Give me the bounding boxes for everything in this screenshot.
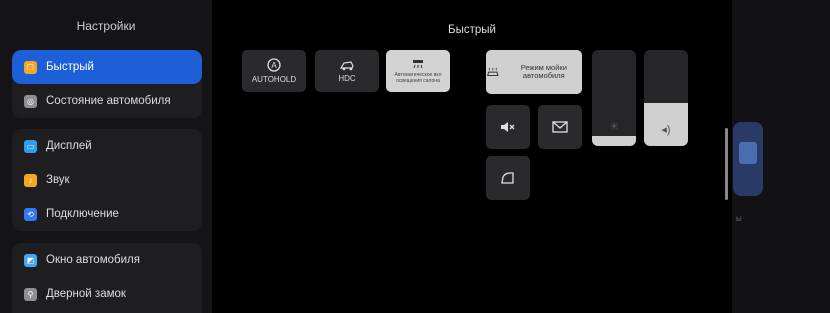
car-wash-label: Режим мойки автомобиля <box>520 63 567 80</box>
sidebar-item-label: Дисплей <box>46 140 92 152</box>
quick-icon: ☐ <box>24 60 37 74</box>
brightness-icon: ☀ <box>609 121 619 133</box>
settings-sidebar: Настройки ☐ Быстрый ◎ Состояние автомоби… <box>0 0 212 313</box>
autohold-button[interactable]: A AUTOHOLD <box>242 50 306 92</box>
autohold-label: AUTOHOLD <box>251 75 297 84</box>
sidebar-item-door-lock[interactable]: ⚲ Дверной замок <box>12 277 202 311</box>
interior-light-icon <box>413 59 423 68</box>
background-card-image <box>739 142 757 164</box>
background-card <box>733 122 763 196</box>
sidebar-item-quick[interactable]: ☐ Быстрый <box>12 50 202 84</box>
volume-icon: ◂) <box>661 124 671 136</box>
svg-text:A: A <box>271 61 277 70</box>
car-wash-mode-button[interactable]: Режим мойки автомобиля <box>486 50 582 94</box>
sidebar-item-label: Состояние автомобиля <box>46 95 171 107</box>
brightness-slider-fill <box>592 136 636 146</box>
ambient-light-button[interactable]: Автоматическое вкл освещения салона <box>386 50 450 92</box>
sidebar-item-label: Дверной замок <box>46 288 126 300</box>
sidebar-item-label: Звук <box>46 174 70 186</box>
car-status-icon: ◎ <box>24 94 37 108</box>
sidebar-item-car-status[interactable]: ◎ Состояние автомобиля <box>12 84 202 118</box>
sidebar-group-1: ☐ Быстрый ◎ Состояние автомобиля <box>12 50 202 118</box>
brightness-slider[interactable]: ☀ <box>592 50 636 146</box>
sidebar-group-3: ◩ Окно автомобиля ⚲ Дверной замок <box>12 243 202 313</box>
background-panel-text: ы <box>736 214 742 223</box>
sidebar-item-display[interactable]: ▭ Дисплей <box>12 129 202 163</box>
quick-settings-panel: Быстрый A AUTOHOLD HDC Автоматическое вк… <box>212 0 732 313</box>
sound-icon: ♪ <box>24 173 37 187</box>
door-lock-icon: ⚲ <box>24 287 37 301</box>
window-shortcut-button[interactable] <box>486 156 530 200</box>
sidebar-item-label: Быстрый <box>46 61 94 73</box>
car-wash-icon <box>487 67 499 76</box>
page-title: Быстрый <box>448 24 496 36</box>
autohold-icon: A <box>267 58 281 72</box>
hdc-button[interactable]: HDC <box>315 50 379 92</box>
connection-icon: ⟲ <box>24 207 37 221</box>
hdc-label: HDC <box>338 74 356 83</box>
mute-icon <box>501 122 515 132</box>
display-icon: ▭ <box>24 139 37 153</box>
scrollbar[interactable] <box>725 128 728 200</box>
envelope-icon <box>552 121 568 133</box>
sidebar-group-2: ▭ Дисплей ♪ Звук ⟲ Подключение <box>12 129 202 231</box>
sidebar-item-label: Подключение <box>46 208 119 220</box>
sidebar-item-sound[interactable]: ♪ Звук <box>12 163 202 197</box>
messages-button[interactable] <box>538 105 582 149</box>
mute-button[interactable] <box>486 105 530 149</box>
volume-slider[interactable]: ◂) <box>644 50 688 146</box>
sidebar-item-connection[interactable]: ⟲ Подключение <box>12 197 202 231</box>
sidebar-item-label: Окно автомобиля <box>46 254 140 266</box>
window-icon: ◩ <box>24 253 37 267</box>
sidebar-title: Настройки <box>76 19 136 33</box>
ambient-light-label: Автоматическое вкл освещения салона <box>394 71 442 84</box>
sidebar-item-window[interactable]: ◩ Окно автомобиля <box>12 243 202 277</box>
hill-descent-icon <box>339 61 354 71</box>
car-window-icon <box>501 172 514 184</box>
